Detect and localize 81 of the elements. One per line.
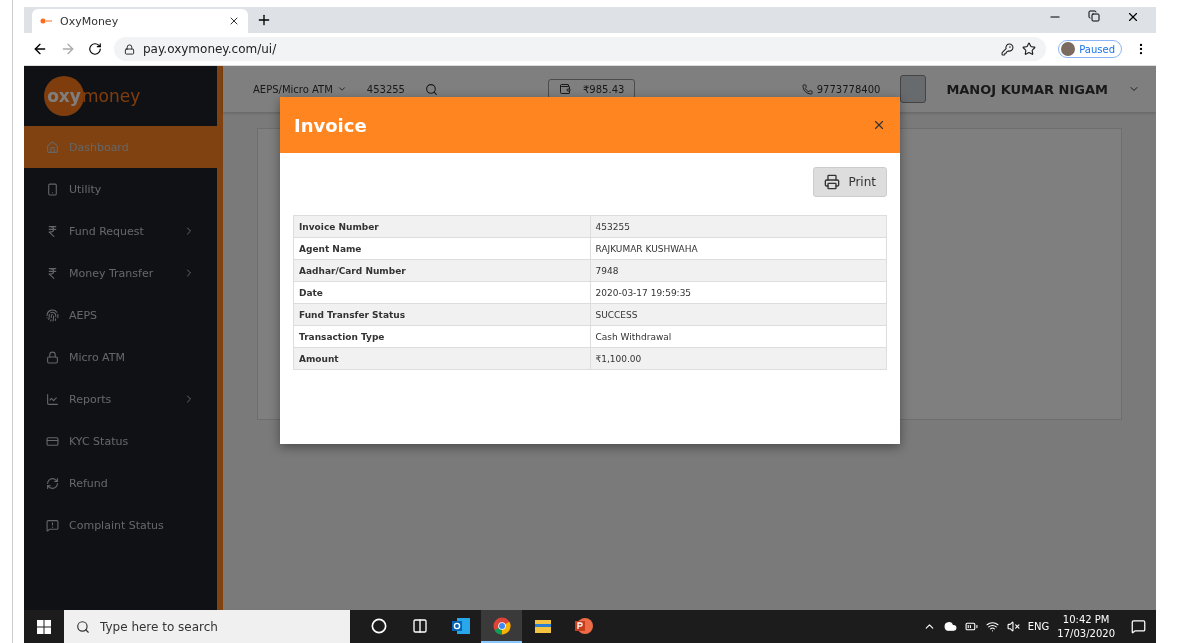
folder-icon[interactable] <box>533 617 552 634</box>
sidebar-item[interactable]: KYC Status <box>24 420 217 462</box>
row-value: 2020-03-17 19:59:35 <box>590 281 887 304</box>
row-label: Aadhar/Card Number <box>293 259 590 282</box>
sidebar-item[interactable]: Refund <box>24 462 217 504</box>
rupee-icon <box>46 266 59 280</box>
dialog-title: Invoice <box>294 114 367 136</box>
logo-circle: oxy <box>44 76 84 116</box>
sidebar-item[interactable]: Complaint Status <box>24 504 217 546</box>
taskbar-app[interactable] <box>481 610 522 643</box>
rupee-icon <box>46 224 59 238</box>
row-label: Date <box>293 281 590 304</box>
mail-app-icon[interactable] <box>450 616 471 635</box>
row-label: Agent Name <box>293 237 590 260</box>
reload-icon[interactable] <box>88 42 102 56</box>
restore-icon[interactable] <box>1088 10 1100 22</box>
caret-icon <box>336 84 347 94</box>
presentation-app-icon[interactable] <box>573 616 594 635</box>
sidebar-item[interactable]: Money Transfer <box>24 252 217 294</box>
key-icon[interactable] <box>1001 42 1015 56</box>
language-indicator[interactable]: ENG <box>1027 621 1050 632</box>
star-icon[interactable] <box>1022 42 1037 56</box>
cloud-icon[interactable] <box>943 620 957 633</box>
printer-icon <box>824 174 841 190</box>
row-value: SUCCESS <box>590 303 887 326</box>
search-icon <box>76 619 90 634</box>
row-value: ₹1,100.00 <box>590 347 887 370</box>
balance-text: ₹985.43 <box>583 83 625 95</box>
wallet-icon <box>559 83 571 95</box>
row-value: RAJKUMAR KUSHWAHA <box>590 237 887 260</box>
avatar <box>1061 42 1076 56</box>
row-value: 453255 <box>590 215 887 238</box>
url-text: pay.oxymoney.com/ui/ <box>143 42 278 56</box>
notification-icon[interactable] <box>1131 619 1146 634</box>
phone-icon <box>801 83 813 95</box>
address-bar[interactable]: pay.oxymoney.com/ui/ <box>114 37 1047 61</box>
close-tab-icon[interactable] <box>228 15 240 27</box>
wifi-icon[interactable] <box>985 620 999 633</box>
sidebar-item[interactable]: AEPS <box>24 294 217 336</box>
lock-icon <box>124 43 135 55</box>
tab-title: OxyMoney <box>60 14 120 28</box>
taskbar-search-field[interactable]: Type here to search <box>64 610 350 643</box>
service-dropdown[interactable]: AEPS/Micro ATM <box>253 83 347 95</box>
logo-text: money <box>82 86 141 106</box>
user-name[interactable]: MANOJ KUMAR NIGAM <box>946 81 1108 97</box>
sidebar-item[interactable]: Micro ATM <box>24 336 217 378</box>
user-photo-placeholder <box>900 75 927 103</box>
row-label: Invoice Number <box>293 215 590 238</box>
house-icon <box>46 140 59 154</box>
sidebar-item[interactable]: Utility <box>24 168 217 210</box>
row-value: Cash Withdrawal <box>590 325 887 348</box>
lock-icon <box>46 350 59 364</box>
browser-tab[interactable]: OxyMoney <box>32 9 248 33</box>
clock[interactable]: 10:42 PM 17/03/2020 <box>1057 612 1115 641</box>
browser-icon[interactable] <box>492 616 511 635</box>
refresh-icon <box>46 476 59 490</box>
new-tab-icon[interactable] <box>256 12 272 28</box>
windows-start-icon[interactable] <box>37 619 51 634</box>
row-label: Fund Transfer Status <box>293 303 590 326</box>
invoice-search-value: 453255 <box>366 83 405 95</box>
mute-icon[interactable] <box>1006 620 1020 633</box>
circle-icon[interactable] <box>370 617 387 634</box>
battery-icon[interactable] <box>964 620 978 633</box>
sidebar-item[interactable]: Reports <box>24 378 217 420</box>
task-view-icon[interactable] <box>411 617 428 634</box>
back-icon[interactable] <box>32 41 48 57</box>
row-value: 7948 <box>590 259 887 282</box>
warning-message-icon <box>46 518 59 532</box>
row-label: Transaction Type <box>293 325 590 348</box>
line-chart-icon <box>46 392 59 406</box>
phone-number: 9773778400 <box>816 83 881 95</box>
favicon-icon <box>40 18 52 24</box>
search-icon[interactable] <box>425 82 438 96</box>
close-window-icon[interactable] <box>1126 10 1140 24</box>
sidebar-item[interactable]: Fund Request <box>24 210 217 252</box>
fingerprint-icon <box>46 308 59 322</box>
id-card-icon <box>46 434 59 448</box>
print-button[interactable]: Print <box>813 167 887 197</box>
row-label: Amount <box>293 347 590 370</box>
smartphone-icon <box>46 182 59 196</box>
close-button[interactable] <box>872 118 886 132</box>
